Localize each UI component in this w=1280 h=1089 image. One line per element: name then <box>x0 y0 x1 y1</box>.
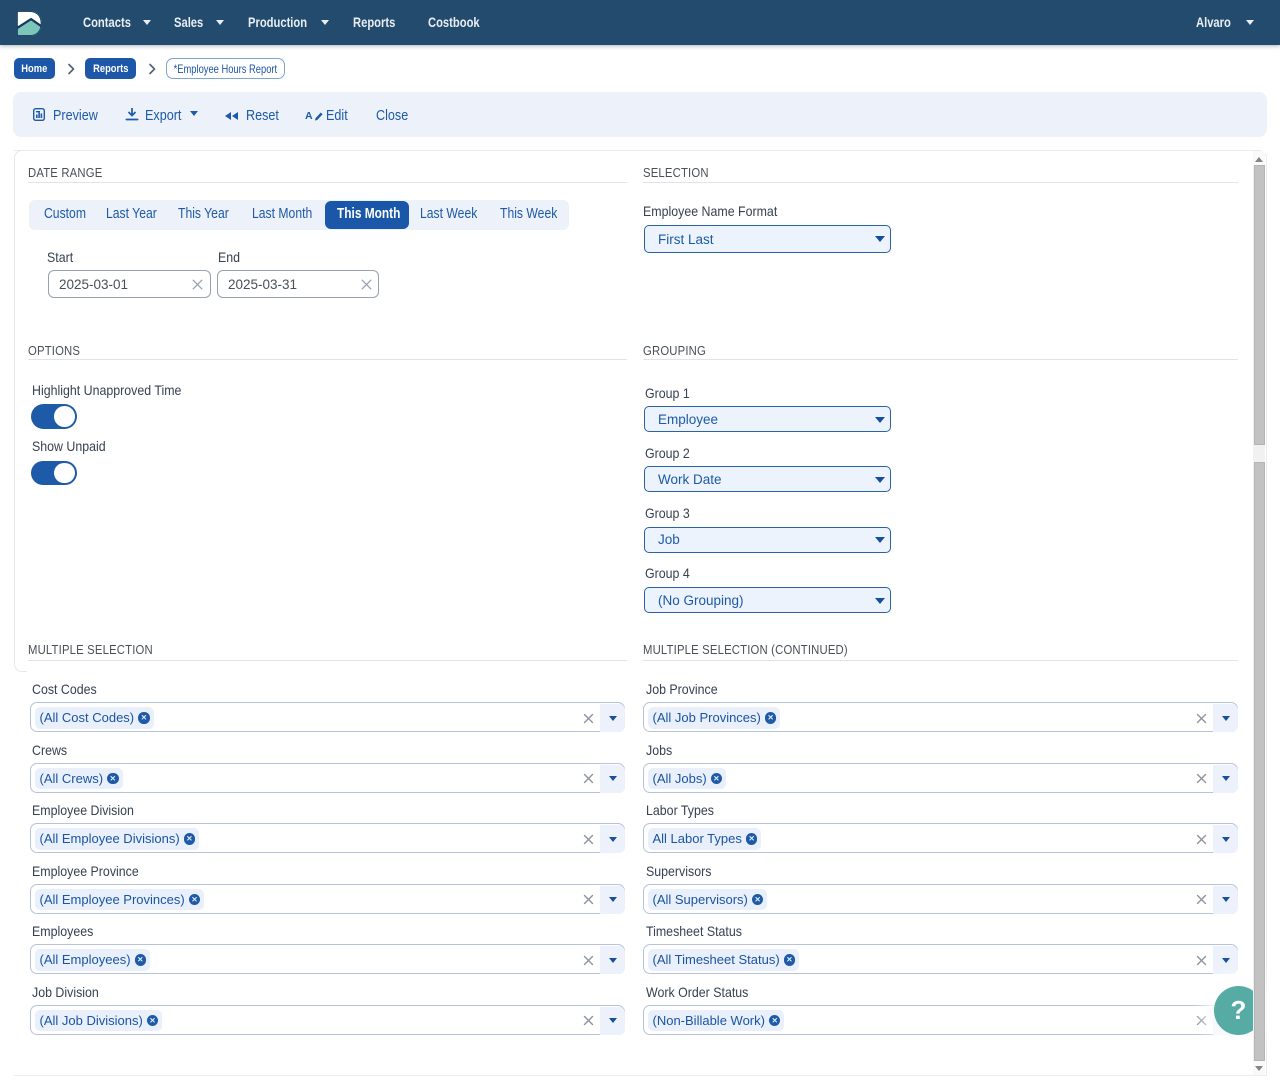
svg-text:A: A <box>305 110 313 121</box>
